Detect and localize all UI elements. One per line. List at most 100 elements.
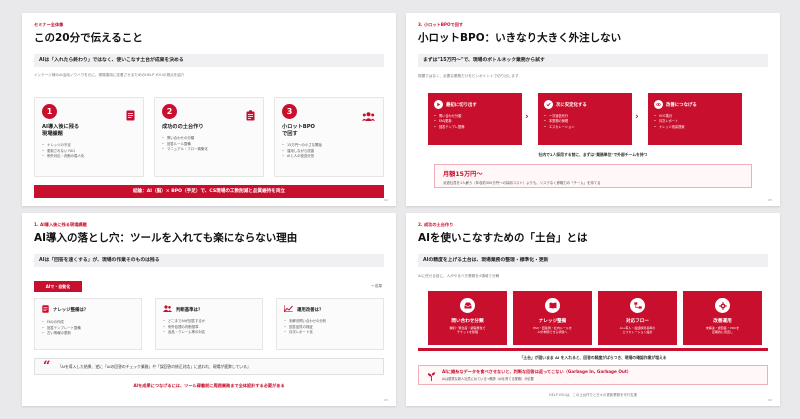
slide-overview[interactable]: セミナー全体像 この20分で伝えること AIは「入れたら終わり」ではなく、使いこ…	[22, 13, 396, 206]
list-item: AIと人の役割分担	[282, 154, 376, 160]
slide-title: AI導入の落とし穴：ツールを入れても楽にならない理由	[34, 232, 298, 244]
card-bullets: FAQの作成 回答テンプレート整備 古い情報の更新	[42, 320, 134, 337]
page-number: 05	[768, 198, 772, 202]
slide-tag: 3. 小ロットBPOで回す	[418, 22, 464, 27]
slide-title: AIを使いこなすための「土台」とは	[418, 232, 588, 244]
card-bullets: 未解決問い合わせの分析 回答品質の検証 月次レポート化	[284, 319, 376, 336]
page-number: 04	[768, 398, 772, 402]
slide-title: この20分で伝えること	[34, 32, 143, 44]
slide-tag: 1. AI導入後に残る現場課題	[34, 222, 87, 227]
pillar-description: 種別・緊急度・顧客属性で チケットを整理	[449, 326, 486, 335]
pillar-title: 改善運用	[713, 319, 732, 324]
center-note: 社内で1人採用する前に、まずは"業務単位"で外部チームを持つ	[538, 152, 648, 157]
gear-icon	[715, 298, 730, 313]
team-icon	[362, 106, 375, 125]
list-item: 例外対応・判断の属人化	[42, 154, 136, 160]
center-note: 「土台」が固いまま AI を入れると、回答の精度がばらつき、現場の確認作業が増え…	[519, 355, 667, 360]
warning-headline: AIに雑糸なデータを食べさせないと、判断な回答は返ってこない（Garbage I…	[442, 369, 632, 374]
key-message-band: AIの精度を上げる土台は、現場業務の整理・標準化・更新	[418, 254, 768, 267]
play-icon	[434, 100, 443, 109]
pillar-description: AI→有人・電話移管基準の エスカレーション設計	[619, 326, 656, 335]
pillar-title: ナレッジ整備	[538, 319, 567, 324]
pillar-title: 問い合わせ分類	[451, 319, 484, 324]
flow-bullets: VOC集計 月次レポート ナレッジ改善提案	[654, 114, 736, 130]
card-title: 成功のの土台作り	[162, 124, 204, 130]
list-item: ナレッジ改善提案	[654, 125, 736, 131]
number-badge: 1	[42, 104, 57, 119]
card-title: 小ロットBPO で回す	[282, 124, 315, 138]
book-icon	[545, 298, 560, 313]
quote-icon: “	[43, 359, 51, 374]
list-item: マニュアル・フロー構築化	[162, 147, 256, 153]
document-icon	[126, 106, 135, 125]
people-icon	[163, 305, 172, 314]
conclusion-text: AIを成果につなげるには、ツール稼働前に周囲業務まで全体設計する必要がある	[133, 383, 285, 388]
overview-card-3: 3 小ロットBPO で回す 15万円〜の小さな開始 運用しながら改善 AIと人の…	[274, 97, 384, 177]
key-message-band: AIは「回答を速くする」が、現場の作業そのものは残る	[34, 254, 384, 267]
flow-icon	[630, 298, 645, 313]
link-icon	[654, 100, 663, 109]
slide-ai-pitfalls[interactable]: 1. AI導入後に残る現場課題 AI導入の落とし穴：ツールを入れても楽にならない…	[22, 213, 396, 406]
key-message-band: AIは「入れたら終わり」ではなく、使いこなす土台が成果を決める	[34, 54, 384, 67]
overview-card-2: 2 成功のの土台作り 問い合わせの分類 回答ルール整備 マニュアル・フロー構築化	[154, 97, 264, 177]
card-bullets: どこまでAIが回答するか 例外処理の判断基準 返品・クレーム等の対応	[163, 319, 255, 336]
chevron-right-icon: ›	[525, 112, 529, 122]
slide-tag: セミナー全体像	[34, 22, 64, 27]
flow-step-title: 次に安定化する	[556, 102, 587, 108]
number-badge: 2	[162, 104, 177, 119]
slide-foundation[interactable]: 2. 成功の土台作り AIを使いこなすための「土台」とは AIの精度を上げる土台…	[406, 213, 780, 406]
overview-card-1: 1 AI導入後に残る 現場課題 ナレッジの不足 更新されない FAQ 例外対応・…	[34, 97, 144, 177]
result-note: → 成果	[370, 284, 382, 288]
issue-card-knowledge: ナレッジ整備は？ FAQの作成 回答テンプレート整備 古い情報の更新	[34, 298, 142, 350]
warning-callout: AIに雑糸なデータを食べさせないと、判断な回答は返ってこない（Garbage I…	[418, 365, 768, 385]
slide-title: 小ロットBPO：いきなり大きく外注しない	[418, 32, 622, 44]
page-number: 02	[384, 198, 388, 202]
price-description: 派遣社員を1人雇う（年収約300万円〜の採用コスト）よりも、リスクなく即戦力の「…	[443, 181, 601, 185]
key-message-band: まずは"15万円〜"で、現場のボトルネック業務から試す	[418, 54, 768, 67]
inbox-icon	[460, 298, 475, 313]
quote-callout: “ 「AIを導入した結果、逆に「AIの回答のチェック業務」や「誤回答の修正対応」…	[34, 358, 384, 375]
bottom-note: HELP YOUは、この土台作りと日々の更新業務を代行支援	[549, 393, 637, 397]
list-item: 月次レポート化	[284, 330, 376, 336]
chart-icon	[284, 305, 293, 314]
sprout-icon	[427, 366, 436, 385]
flow-step-2: 次に安定化する 一次返信代行 本業務の管理 エスカレーション	[538, 93, 632, 145]
card-title: 判断基準は？	[176, 307, 203, 313]
foundation-bar	[418, 348, 768, 351]
list-item: 返品・クレーム等の対応	[163, 330, 255, 336]
slide-tag: 2. 成功の土台作り	[418, 222, 454, 227]
sub-note: 規模ではなく、必要な業務だけをピンポイントで切り出します	[418, 74, 519, 78]
flow-bullets: 問い合わせ分類 FAQ更新 回答テンプレ整備	[434, 114, 516, 130]
list-item: 古い情報の更新	[42, 331, 134, 337]
issue-card-operation: 運用改善は？ 未解決問い合わせの分析 回答品質の検証 月次レポート化	[276, 298, 384, 350]
issue-card-judgement: 判断基準は？ どこまでAIが回答するか 例外処理の判断基準 返品・クレーム等の対…	[155, 298, 263, 350]
conclusion-banner: 結論：AI（脳）× BPO（手足）で、CS現場の工数削減と品質維持を両立	[34, 185, 384, 198]
pillar-title: 対応フロー	[626, 319, 649, 324]
flow-step-title: 最初に切り出す	[446, 102, 477, 108]
flow-step-3: 改善につなげる VOC集計 月次レポート ナレッジ改善提案	[648, 93, 742, 145]
number-badge: 3	[282, 104, 297, 119]
clipboard-icon	[246, 106, 255, 125]
card-title: 運用改善は？	[297, 307, 324, 313]
card-bullets: 問い合わせの分類 回答ルール整備 マニュアル・フロー構築化	[162, 136, 256, 153]
price-headline: 月額15万円〜	[443, 171, 483, 178]
card-bullets: ナレッジの不足 更新されない FAQ 例外対応・判断の属人化	[42, 143, 136, 160]
flow-bullets: 一次返信代行 本業務の管理 エスカレーション	[544, 114, 626, 130]
page-number: 03	[384, 398, 388, 402]
list-item: 回答テンプレ整備	[434, 125, 516, 131]
sub-note: インテージ様のAI活用ノウハウを元に、現場運用に定着させるためのHELP YOU…	[34, 73, 185, 77]
flow-step-title: 改善につなげる	[666, 102, 697, 108]
check-icon	[544, 100, 553, 109]
document-icon	[42, 305, 49, 315]
slide-small-lot-bpo[interactable]: 3. 小ロットBPOで回す 小ロットBPO：いきなり大きく外注しない まずは"1…	[406, 13, 780, 206]
pillar-description: 未解決・誤回答・VOCを 定期的に見直し	[705, 326, 740, 335]
card-title: AI導入後に残る 現場課題	[42, 124, 80, 138]
card-title: ナレッジ整備は？	[53, 308, 89, 313]
pillar-flow: 対応フロー AI→有人・電話移管基準の エスカレーション設計	[598, 291, 677, 345]
price-callout: 月額15万円〜 派遣社員を1人雇う（年収約300万円〜の採用コスト）よりも、リス…	[434, 164, 752, 188]
pillar-knowledge: ナレッジ整備 FAQ・回答例・社内ルールを AIが参照できる状態へ	[513, 291, 592, 345]
flow-step-1: 最初に切り出す 問い合わせ分類 FAQ更新 回答テンプレ整備	[428, 93, 522, 145]
list-item: エスカレーション	[544, 125, 626, 131]
chevron-right-icon: ›	[635, 112, 639, 122]
card-bullets: 15万円〜の小さな開始 運用しながら改善 AIと人の役割分担	[282, 143, 376, 160]
